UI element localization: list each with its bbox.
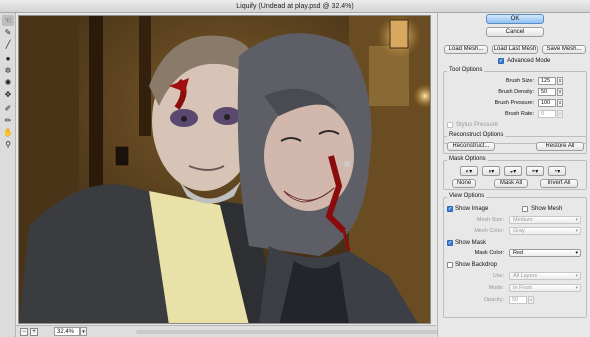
load-mesh-button[interactable]: Load Mesh... — [444, 45, 488, 54]
mesh-color-label: Mesh Color: — [474, 228, 504, 234]
show-mask-label: Show Mask — [455, 240, 487, 246]
brush-pressure-stepper[interactable]: ⇕ — [557, 99, 563, 107]
zoom-level-field[interactable]: 32.4% — [54, 327, 80, 336]
window-title: Liquify (Undead at play.psd @ 32.4%) — [0, 0, 590, 13]
show-image-label: Show Image — [455, 206, 489, 212]
save-mesh-button[interactable]: Save Mesh... — [542, 45, 586, 54]
backdrop-opacity-field[interactable]: 50 — [509, 296, 527, 304]
advanced-mode-checkbox[interactable]: ✓ — [498, 58, 504, 64]
stylus-pressure-label: Stylus Pressure — [456, 122, 499, 128]
brush-size-label: Brush Size: — [505, 78, 534, 84]
brush-pressure-field[interactable]: 100 — [538, 99, 556, 107]
mask-none-button[interactable]: None — [452, 179, 476, 188]
zoom-tool-icon[interactable]: ⚲ — [2, 139, 14, 150]
replace-selection-icon[interactable]: ◐▾ — [460, 166, 478, 176]
mesh-color-select[interactable]: Gray — [509, 227, 581, 235]
show-mesh-label: Show Mesh — [531, 206, 563, 212]
mesh-size-select[interactable]: Medium — [509, 216, 581, 224]
load-last-mesh-button[interactable]: Load Last Mesh — [492, 45, 538, 54]
brush-density-label: Brush Density: — [498, 89, 534, 95]
show-image-checkbox[interactable]: ✓ — [447, 206, 453, 212]
smooth-tool-icon[interactable]: ╱ — [2, 39, 14, 50]
bloat-tool-icon[interactable]: ✺ — [2, 77, 14, 88]
push-left-tool-icon[interactable]: ✥ — [2, 89, 14, 100]
horizontal-scrollbar[interactable] — [136, 330, 441, 334]
brush-size-stepper[interactable]: ⇕ — [557, 77, 563, 85]
stylus-pressure-checkbox[interactable] — [447, 122, 453, 128]
advanced-mode-label: Advanced Mode — [507, 58, 551, 64]
freeze-mask-tool-icon[interactable]: ✐ — [2, 103, 14, 114]
brush-rate-stepper[interactable]: ⇕ — [557, 110, 563, 118]
pucker-tool-icon[interactable]: ✲ — [2, 65, 14, 76]
backdrop-mode-select[interactable]: In Front — [509, 284, 581, 292]
backdrop-use-select[interactable]: All Layers — [509, 272, 581, 280]
hand-tool-icon[interactable]: ✋ — [2, 127, 14, 138]
view-options-group: View Options ✓ Show Image Show Mesh Mesh… — [443, 193, 587, 318]
zoom-in-button[interactable]: + — [30, 328, 38, 336]
photo-image — [19, 16, 430, 323]
ok-button[interactable]: OK — [486, 14, 544, 24]
reconstruct-tool-icon[interactable]: ✎ — [2, 27, 14, 38]
restore-all-button[interactable]: Restore All — [536, 142, 584, 151]
forward-warp-tool-icon[interactable]: ☜ — [2, 15, 14, 26]
mesh-size-label: Mesh Size: — [476, 217, 504, 223]
mask-color-label: Mask Color: — [474, 250, 504, 256]
brush-pressure-label: Brush Pressure: — [494, 100, 534, 106]
reconstruct-options-title: Reconstruct Options — [447, 132, 506, 138]
tool-options-title: Tool Options — [447, 67, 485, 73]
brush-rate-field[interactable]: 0 — [538, 110, 556, 118]
view-options-title: View Options — [447, 193, 487, 199]
options-panel: OK Cancel Load Mesh... Load Last Mesh Sa… — [437, 13, 590, 337]
image-canvas[interactable] — [18, 15, 431, 324]
brush-density-stepper[interactable]: ⇕ — [557, 88, 563, 96]
twirl-clockwise-tool-icon[interactable]: ● — [2, 53, 14, 64]
show-mesh-checkbox[interactable] — [522, 206, 528, 212]
brush-rate-label: Brush Rate: — [504, 111, 534, 117]
backdrop-opacity-dropdown[interactable]: ▾ — [528, 296, 534, 304]
brush-size-field[interactable]: 125 — [538, 77, 556, 85]
backdrop-use-label: Use: — [492, 273, 504, 279]
invert-selection-icon[interactable]: ◔▾ — [548, 166, 566, 176]
liquify-window: Liquify (Undead at play.psd @ 32.4%) ☜ ✎… — [0, 0, 590, 337]
zoom-out-button[interactable]: − — [20, 328, 28, 336]
show-backdrop-checkbox[interactable] — [447, 262, 453, 268]
status-bar: − + 32.4% ▾ — [16, 325, 441, 337]
brush-density-field[interactable]: 50 — [538, 88, 556, 96]
reconstruct-options-group: Reconstruct Options Reconstruct... Resto… — [443, 132, 587, 154]
add-to-selection-icon[interactable]: ◑▾ — [482, 166, 500, 176]
intersect-with-selection-icon[interactable]: ◓▾ — [526, 166, 544, 176]
show-backdrop-label: Show Backdrop — [455, 262, 498, 268]
mask-color-select[interactable]: Red — [509, 249, 581, 257]
thaw-mask-tool-icon[interactable]: ✏ — [2, 115, 14, 126]
reconstruct-button[interactable]: Reconstruct... — [447, 142, 495, 151]
backdrop-opacity-label: Opacity: — [483, 297, 504, 303]
invert-all-button[interactable]: Invert All — [540, 179, 578, 188]
cancel-button[interactable]: Cancel — [486, 27, 544, 37]
show-mask-checkbox[interactable]: ✓ — [447, 240, 453, 246]
mask-all-button[interactable]: Mask All — [494, 179, 528, 188]
zoom-level-dropdown[interactable]: ▾ — [80, 327, 87, 336]
subtract-from-selection-icon[interactable]: ◒▾ — [504, 166, 522, 176]
mask-options-title: Mask Options — [447, 156, 488, 162]
liquify-toolbox: ☜ ✎ ╱ ● ✲ ✺ ✥ ✐ ✏ ✋ ⚲ — [0, 13, 16, 337]
mask-options-group: Mask Options ◐▾ ◑▾ ◒▾ ◓▾ ◔▾ None Mask Al… — [443, 156, 587, 190]
backdrop-mode-label: Mode: — [488, 285, 504, 291]
